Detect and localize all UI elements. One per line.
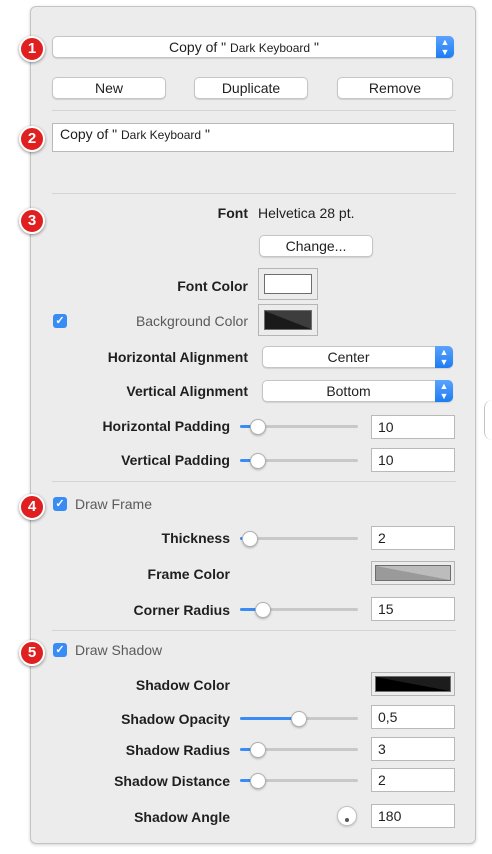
- preset-name-field[interactable]: Copy of " Dark Keyboard ": [52, 123, 454, 152]
- slider-knob[interactable]: [250, 419, 267, 435]
- vertical-alignment-label: Vertical Alignment: [126, 383, 248, 399]
- vertical-alignment-popup[interactable]: Bottom ▲ ▼: [262, 380, 453, 402]
- shadow-opacity-label: Shadow Opacity: [121, 711, 230, 727]
- thickness-slider[interactable]: [240, 529, 358, 549]
- slider-knob[interactable]: [255, 602, 272, 618]
- shadow-radius-label: Shadow Radius: [125, 742, 230, 758]
- preset-name-suffix: ": [204, 126, 210, 142]
- preset-popup-name: Dark Keyboard: [230, 41, 311, 55]
- font-color-swatch: [264, 274, 312, 294]
- draw-frame-label: Draw Frame: [75, 496, 153, 512]
- vertical-padding-field[interactable]: 10: [371, 448, 455, 472]
- horizontal-padding-slider[interactable]: [240, 417, 358, 437]
- separator: [52, 481, 456, 482]
- preset-popup-prefix: Copy of ": [169, 39, 227, 55]
- background-color-swatch: [264, 310, 312, 330]
- shadow-color-label: Shadow Color: [135, 677, 230, 693]
- horizontal-padding-field[interactable]: 10: [371, 415, 455, 439]
- frame-color-well[interactable]: [371, 561, 455, 585]
- change-font-button[interactable]: Change...: [259, 235, 373, 257]
- chevron-updown-icon: ▲ ▼: [436, 36, 454, 58]
- shadow-radius-slider[interactable]: [240, 740, 358, 760]
- draw-shadow-label: Draw Shadow: [75, 642, 163, 658]
- preset-popup-label: Copy of " Dark Keyboard ": [169, 37, 337, 58]
- background-color-well[interactable]: [258, 304, 318, 336]
- corner-radius-label: Corner Radius: [133, 602, 230, 618]
- shadow-distance-field[interactable]: 2: [371, 768, 455, 792]
- background-color-checkbox[interactable]: ✓: [53, 314, 67, 328]
- chevron-updown-icon: ▲ ▼: [435, 380, 453, 402]
- preset-popup-suffix: ": [313, 39, 319, 55]
- shadow-angle-label: Shadow Angle: [134, 809, 230, 825]
- draw-shadow-checkbox[interactable]: ✓: [53, 643, 67, 657]
- thickness-field[interactable]: 2: [371, 526, 455, 550]
- shadow-radius-field[interactable]: 3: [371, 737, 455, 761]
- separator: [52, 630, 456, 631]
- font-label: Font: [217, 205, 248, 221]
- font-color-well[interactable]: [258, 268, 318, 300]
- new-button[interactable]: New: [52, 77, 166, 99]
- thickness-label: Thickness: [161, 530, 230, 546]
- shadow-distance-label: Shadow Distance: [114, 773, 230, 789]
- chevron-updown-icon: ▲ ▼: [435, 346, 453, 368]
- frame-color-swatch: [375, 565, 451, 581]
- frame-color-label: Frame Color: [147, 566, 230, 582]
- dial-indicator: [345, 818, 349, 822]
- horizontal-alignment-value: Center: [327, 349, 370, 365]
- shadow-distance-slider[interactable]: [240, 771, 358, 791]
- draw-frame-checkbox[interactable]: ✓: [53, 497, 67, 511]
- callout-badge-3: 3: [19, 208, 45, 234]
- shadow-opacity-field[interactable]: 0,5: [371, 705, 455, 729]
- shadow-angle-dial[interactable]: [337, 806, 357, 826]
- horizontal-alignment-label: Horizontal Alignment: [107, 349, 248, 365]
- slider-knob[interactable]: [250, 742, 267, 758]
- vertical-alignment-value: Bottom: [326, 383, 371, 399]
- duplicate-button[interactable]: Duplicate: [194, 77, 308, 99]
- vertical-padding-slider[interactable]: [240, 451, 358, 471]
- callout-badge-5: 5: [19, 640, 45, 666]
- background-color-label: Background Color: [135, 313, 248, 329]
- callout-badge-1: 1: [19, 36, 45, 62]
- preset-name-value: Dark Keyboard: [121, 128, 202, 142]
- shadow-color-well[interactable]: [371, 672, 455, 696]
- panel-edge-notch: [484, 400, 492, 440]
- separator: [52, 110, 456, 111]
- callout-badge-4: 4: [19, 494, 45, 520]
- callout-badge-2: 2: [19, 126, 45, 152]
- shadow-opacity-slider[interactable]: [240, 709, 358, 729]
- preset-name-prefix: Copy of ": [60, 126, 118, 142]
- shadow-angle-field[interactable]: 180: [371, 804, 455, 828]
- slider-knob[interactable]: [242, 531, 259, 547]
- font-color-label: Font Color: [177, 278, 248, 294]
- vertical-padding-label: Vertical Padding: [121, 452, 230, 468]
- horizontal-padding-label: Horizontal Padding: [102, 418, 230, 434]
- preset-popup[interactable]: Copy of " Dark Keyboard " ▲ ▼: [52, 36, 454, 58]
- remove-button[interactable]: Remove: [337, 77, 453, 99]
- shadow-color-swatch: [375, 676, 451, 692]
- horizontal-alignment-popup[interactable]: Center ▲ ▼: [262, 346, 453, 368]
- font-value: Helvetica 28 pt.: [258, 205, 355, 221]
- corner-radius-slider[interactable]: [240, 600, 358, 620]
- corner-radius-field[interactable]: 15: [371, 597, 455, 621]
- slider-knob[interactable]: [250, 453, 267, 469]
- slider-knob[interactable]: [250, 773, 267, 789]
- slider-knob[interactable]: [291, 711, 307, 727]
- separator: [52, 193, 456, 194]
